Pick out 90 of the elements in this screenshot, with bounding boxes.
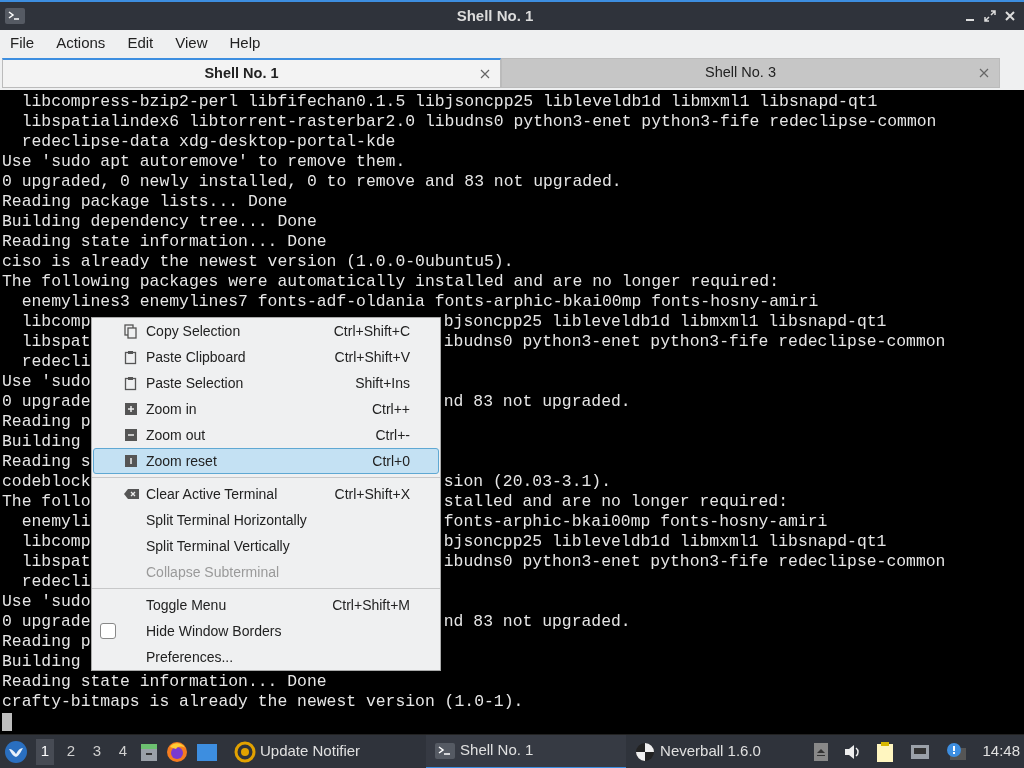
terminal-line: stalled and are no longer required: <box>443 492 789 512</box>
terminal-line: libcomp <box>20 312 91 332</box>
cursor <box>2 713 12 731</box>
update-icon <box>234 740 256 763</box>
clear-icon <box>124 486 139 502</box>
terminal-line: Reading state information... Done <box>2 232 327 252</box>
terminal-line: codeblock <box>2 472 91 492</box>
menu-item[interactable]: Hide Window Borders <box>93 618 439 644</box>
menu-item[interactable]: Copy Selection Ctrl+Shift+C <box>93 318 439 344</box>
menu-item[interactable]: Paste Selection Shift+Ins <box>93 370 439 396</box>
menu-item[interactable]: Zoom out Ctrl+- <box>93 422 439 448</box>
workspace-button[interactable]: 1 <box>36 738 54 765</box>
terminal-line: Use 'sudo <box>2 372 91 392</box>
terminal-line: crafty-bitmaps is already the newest version (1.0-1). <box>2 692 524 712</box>
terminal-line: The follo <box>2 492 91 512</box>
file-cabinet-icon[interactable] <box>140 741 158 762</box>
copy-icon <box>124 323 139 339</box>
task-button[interactable]: Update Notifier <box>226 734 369 768</box>
terminal-line: 0 upgrade <box>2 392 91 412</box>
terminal-line: libspat <box>20 332 91 352</box>
task-button[interactable]: Shell No. 1 <box>426 734 627 768</box>
menu-item[interactable]: Paste Clipboard Ctrl+Shift+V <box>93 344 439 370</box>
checkbox[interactable] <box>100 623 116 639</box>
terminal-line: Building dependency tree... Done <box>2 212 317 232</box>
clipboard-icon <box>124 349 139 365</box>
terminal-line: libspatialindex6 libtorrent-rasterbar2.0 libudns0 python3-enet python3-fife redeclipse-common <box>20 112 937 132</box>
terminal-line: redecli <box>20 572 91 592</box>
menu-item[interactable]: File <box>0 31 47 55</box>
terminal-line: redeclipse-data xdg-desktop-portal-kde <box>20 132 396 152</box>
maximize-icon[interactable] <box>984 10 996 22</box>
menu-item[interactable]: Actions <box>46 31 118 55</box>
terminal-line: The following packages were automatically installed and are no longer required: <box>2 272 780 292</box>
window-title: Shell No. 1 <box>456 7 534 24</box>
terminal-line: fonts-arphic-bkai00mp fonts-hosny-amiri <box>443 512 828 532</box>
terminal-line: Building <box>2 432 81 452</box>
zoom-in-icon <box>124 401 139 417</box>
terminal-line: sion (20.03-3.1). <box>443 472 611 492</box>
terminal-line: Use 'sudo <box>2 592 91 612</box>
tab[interactable]: Shell No. 1 <box>2 58 501 88</box>
terminal-line: Reading p <box>2 632 91 652</box>
terminal-line: nd 83 not upgraded. <box>443 612 631 632</box>
terminal-line: bjsoncpp25 libleveldb1d libmxml1 libsnapd-qt1 <box>443 312 887 332</box>
menu-item[interactable]: Zoom in Ctrl++ <box>93 396 439 422</box>
menu-item[interactable]: Zoom reset Ctrl+0 <box>93 448 439 474</box>
terminal-icon <box>4 7 26 25</box>
terminal-line: redecli <box>20 352 91 372</box>
clock: 14:48 <box>982 741 1020 762</box>
ball-icon <box>634 740 657 763</box>
browser-icon[interactable] <box>166 740 188 763</box>
network-icon[interactable] <box>910 742 931 761</box>
terminal-line: libcomp <box>20 532 91 552</box>
terminal-line: enemylines3 enemylines7 fonts-adf-oldania fonts-arphic-bkai00mp fonts-hosny-amiri <box>20 292 819 312</box>
menu-item[interactable]: Split Terminal Horizontally <box>93 507 439 533</box>
menu-item[interactable]: Toggle Menu Ctrl+Shift+M <box>93 592 439 618</box>
zoom-reset-icon <box>124 453 139 469</box>
workspace-button[interactable]: 3 <box>88 738 106 765</box>
task-button[interactable]: Neverball 1.6.0 <box>626 734 769 768</box>
terminal-line: ciso is already the newest version (1.0.0-0ubuntu5). <box>2 252 514 272</box>
terminal-line: Reading state information... Done <box>2 672 327 692</box>
workspace-button[interactable]: 2 <box>62 738 80 765</box>
terminal-line: Reading package lists... Done <box>2 192 288 212</box>
tab[interactable]: Shell No. 3 <box>501 58 1000 88</box>
note-icon[interactable] <box>876 740 895 763</box>
terminal-line: libcompress-bzip2-perl libfifechan0.1.5 libjsoncpp25 libleveldb1d libmxml1 libsnapd-qt1 <box>20 92 878 112</box>
terminal-line: Use 'sudo apt autoremove' to remove them. <box>2 152 406 172</box>
eject-icon[interactable] <box>814 742 829 761</box>
menu-item[interactable]: Edit <box>117 31 166 55</box>
terminal-line: enemyli <box>20 512 91 532</box>
clipboard-icon <box>124 375 139 391</box>
menu-item[interactable]: Help <box>219 31 273 55</box>
window-icon[interactable] <box>196 741 218 762</box>
terminal-line: ibudns0 python3-enet python3-fife redeclipse-common <box>443 552 946 572</box>
speaker-icon[interactable] <box>844 743 861 760</box>
menu-item[interactable]: Preferences... <box>93 644 439 670</box>
notification-icon[interactable] <box>946 741 967 762</box>
terminal-line: 0 upgrade <box>2 612 91 632</box>
menu-item[interactable]: View <box>165 31 220 55</box>
terminal-line: 0 upgraded, 0 newly installed, 0 to remove and 83 not upgraded. <box>2 172 622 192</box>
terminal-line: Reading s <box>2 452 91 472</box>
zoom-out-icon <box>124 427 139 443</box>
terminal-line: ibudns0 python3-enet python3-fife redeclipse-common <box>443 332 946 352</box>
workspace-button[interactable]: 4 <box>114 738 132 765</box>
terminal-line: Reading p <box>2 412 91 432</box>
close-icon[interactable] <box>480 68 490 79</box>
terminal-line: libspat <box>20 552 91 572</box>
terminal-line: nd 83 not upgraded. <box>443 392 631 412</box>
terminal-line: Building <box>2 652 81 672</box>
menu-item[interactable]: Clear Active Terminal Ctrl+Shift+X <box>93 481 439 507</box>
terminal-line: bjsoncpp25 libleveldb1d libmxml1 libsnapd-qt1 <box>443 532 887 552</box>
menu-item[interactable]: Split Terminal Vertically <box>93 533 439 559</box>
